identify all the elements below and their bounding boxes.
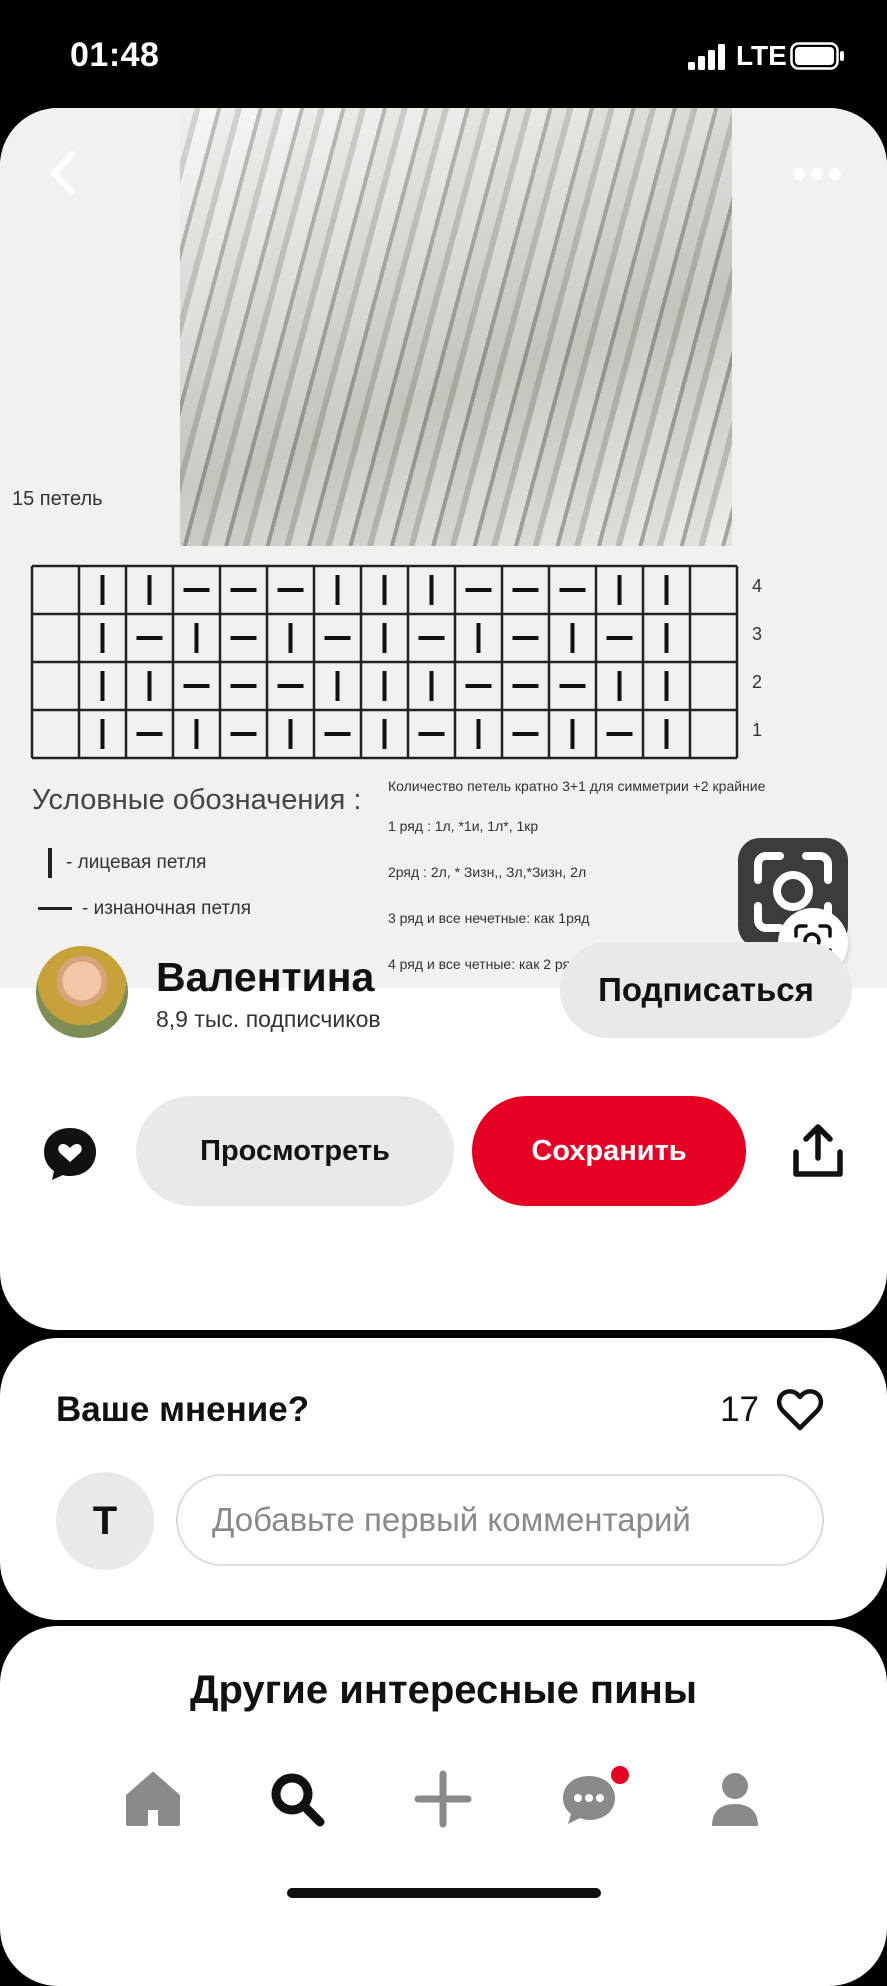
comments-title: Ваше мнение? xyxy=(56,1390,310,1429)
follow-button[interactable]: Подписаться xyxy=(560,942,852,1038)
knitting-chart xyxy=(30,564,739,760)
home-indicator xyxy=(287,1888,601,1898)
knitted-scarf-photo xyxy=(180,108,732,546)
search-icon xyxy=(271,1773,325,1827)
comment-icon xyxy=(44,1128,96,1180)
pattern-note: 4 ряд и все четные: как 2 ряд xyxy=(388,956,579,972)
chart-row-number: 4 xyxy=(752,576,763,596)
network-type: LTE xyxy=(736,40,787,71)
status-bar: 01:48 LTE xyxy=(0,0,887,110)
comments-card: Ваше мнение? 17 T xyxy=(0,1338,887,1620)
plus-icon xyxy=(414,1770,472,1828)
like-count: 17 xyxy=(720,1390,759,1429)
save-button[interactable]: Сохранить xyxy=(472,1096,746,1206)
tab-create[interactable] xyxy=(408,1764,478,1834)
back-icon xyxy=(51,151,75,195)
view-button[interactable]: Просмотреть xyxy=(136,1096,454,1206)
back-button[interactable] xyxy=(44,148,84,198)
legend-knit-text: - лицевая петля xyxy=(66,852,207,874)
share-button[interactable] xyxy=(792,1122,844,1180)
heart-icon xyxy=(776,1389,824,1431)
comment-reaction-button[interactable] xyxy=(40,1124,100,1184)
pattern-note: 3 ряд и все нечетные: как 1ряд xyxy=(388,910,590,926)
share-icon xyxy=(793,1124,843,1177)
pattern-note: Количество петель кратно 3+1 для симметр… xyxy=(388,778,766,794)
signal-icon xyxy=(688,44,725,70)
stitch-count-label: 15 петель xyxy=(12,488,103,510)
more-icon xyxy=(793,168,841,180)
legend-title: Условные обозначения : xyxy=(32,784,362,816)
tab-home[interactable] xyxy=(118,1764,188,1834)
legend-knit: - лицевая петля xyxy=(48,848,206,878)
pin-card: 15 петель 4 3 2 1 Условные обозначения :… xyxy=(0,108,887,1330)
more-options-button[interactable] xyxy=(792,164,842,184)
follower-count: 8,9 тыс. подписчиков xyxy=(156,1006,381,1032)
pattern-note: 1 ряд : 1л, *1и, 1л*, 1кр xyxy=(388,818,539,834)
legend-purl-text: - изнаночная петля xyxy=(82,898,252,919)
home-icon xyxy=(126,1772,180,1826)
legend-purl: - изнаночная петля xyxy=(38,898,251,920)
chart-row-number: 2 xyxy=(752,672,763,692)
user-avatar: T xyxy=(56,1472,154,1570)
avatar[interactable] xyxy=(36,946,128,1038)
purl-symbol xyxy=(38,907,72,911)
tab-messages[interactable] xyxy=(556,1764,629,1834)
tab-profile[interactable] xyxy=(700,1764,770,1834)
chart-row-number: 3 xyxy=(752,624,763,644)
like-button[interactable] xyxy=(776,1388,824,1432)
chart-row-number: 1 xyxy=(752,720,763,740)
messages-icon xyxy=(563,1766,629,1824)
more-pins-title: Другие интересные пины xyxy=(190,1668,697,1712)
pin-image[interactable]: 15 петель 4 3 2 1 Условные обозначения :… xyxy=(0,108,887,988)
notification-dot xyxy=(611,1766,629,1784)
status-time: 01:48 xyxy=(70,36,160,74)
pattern-note: 2ряд : 2л, * Зизн,, Зл,*Зизн, 2л xyxy=(388,864,587,880)
profile-name[interactable]: Валентина xyxy=(156,954,374,1001)
battery-icon xyxy=(790,42,844,70)
knit-symbol xyxy=(48,848,52,878)
tab-search[interactable] xyxy=(262,1764,332,1834)
comment-input[interactable] xyxy=(176,1474,824,1566)
profile-icon xyxy=(712,1773,758,1826)
